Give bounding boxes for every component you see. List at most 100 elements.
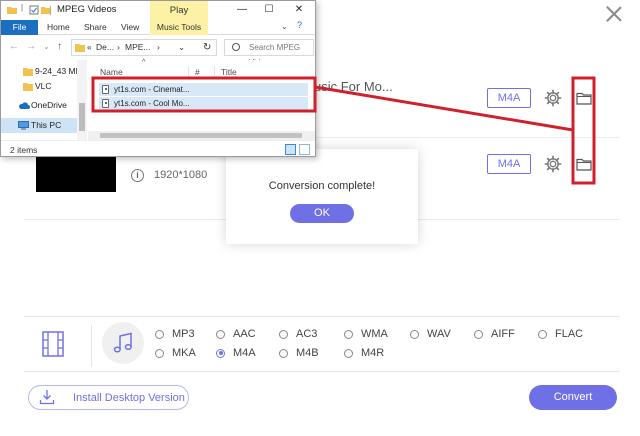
resolution-text: 1920*1080 [154,169,208,181]
radio-button[interactable] [410,329,419,339]
chevron-down-icon[interactable]: ⌄ [281,22,288,31]
radio-button[interactable] [216,329,225,339]
folder-icon [23,83,33,91]
radio-button[interactable] [155,329,164,339]
breadcrumb-separator: › [117,42,120,52]
radio-button[interactable] [474,329,483,339]
output-format-badge[interactable]: M4A [487,154,531,174]
video-format-icon[interactable] [42,331,64,357]
folder-icon[interactable] [576,91,592,105]
column-header-title[interactable]: Title [221,67,237,77]
ribbon-tabs: File Home Share View Music Tools ⌄ ? [1,20,315,35]
format-option-mka[interactable]: MKA [155,347,196,359]
computer-icon [18,121,29,130]
radio-button[interactable] [279,348,288,358]
download-icon [39,390,55,405]
install-label: Install Desktop Version [73,392,185,404]
address-bar-row: ← → ⌄ ↑ « De... › MPE... › ⌄ ↻ Search MP… [1,36,315,67]
refresh-icon[interactable]: ↻ [203,40,211,55]
radio-button[interactable] [344,348,353,358]
navigation-pane: 9-24_43 MP VLC OneDrive This PC [1,60,88,140]
minimize-icon[interactable]: — [236,4,248,16]
tab-home[interactable]: Home [47,20,70,35]
file-row-title: usic For Mo... [314,79,393,94]
list-item[interactable]: yt1s.com - Cinemat... [99,83,308,96]
info-icon[interactable]: i [131,169,144,182]
radio-button[interactable] [155,348,164,358]
convert-button[interactable]: Convert [529,385,617,410]
details-view-icon[interactable] [285,144,296,155]
nav-item-folder[interactable]: 9-24_43 MP [1,64,88,79]
divider [50,6,51,15]
nav-item-this-pc[interactable]: This PC [1,118,77,133]
close-icon[interactable] [606,6,622,22]
format-option-flac[interactable]: FLAC [538,328,583,340]
search-icon [232,43,240,51]
music-note-icon [113,332,132,353]
up-icon[interactable]: ↑ [57,41,62,52]
horizontal-scrollbar[interactable] [88,131,315,140]
format-option-m4r[interactable]: M4R [344,347,384,359]
media-file-icon [102,85,109,94]
nav-item-onedrive[interactable]: OneDrive [1,98,88,113]
scrollbar-thumb[interactable] [100,133,302,138]
breadcrumb-prefix: « [87,42,92,52]
help-icon[interactable]: ? [297,20,302,30]
install-desktop-button[interactable]: Install Desktop Version [28,385,189,410]
chevron-down-icon[interactable]: ⌄ [178,40,185,55]
tab-music-tools[interactable]: Music Tools [150,20,208,35]
audio-format-tab[interactable] [102,322,144,364]
list-item[interactable]: yt1s.com - Cool Mo... [99,97,308,110]
divider [214,66,215,79]
format-option-aiff[interactable]: AIFF [474,328,515,340]
file-explorer-window: | MPEG Videos Play — ☐ ✕ File Home Share… [0,0,316,157]
output-format-badge[interactable]: M4A [487,88,531,108]
close-icon[interactable]: ✕ [293,4,305,16]
tab-file[interactable]: File [1,20,38,35]
tab-share[interactable]: Share [84,20,107,35]
status-bar: 2 items [1,140,315,156]
nav-item-vlc[interactable]: VLC [1,79,88,94]
format-option-aac[interactable]: AAC [216,328,256,340]
radio-button[interactable] [279,329,288,339]
large-icons-view-icon[interactable] [299,144,310,155]
radio-button[interactable] [344,329,353,339]
divider [91,325,92,367]
format-option-m4a[interactable]: M4A [216,347,256,359]
address-box[interactable]: « De... › MPE... › ⌄ ↻ [71,39,217,56]
format-option-m4b[interactable]: M4B [279,347,319,359]
scrollbar-thumb[interactable] [79,103,85,131]
properties-icon[interactable] [29,5,39,15]
breadcrumb-item[interactable]: De... [96,40,114,55]
format-option-wav[interactable]: WAV [410,328,451,340]
column-header-name[interactable]: Name [100,67,123,77]
title-bar: | MPEG Videos Play — ☐ ✕ [1,1,315,20]
item-count: 2 items [10,145,38,155]
radio-button[interactable] [538,329,547,339]
divider: | [21,3,24,12]
chevron-down-icon[interactable]: ⌄ [43,42,50,51]
scrollbar[interactable] [77,60,87,140]
gear-icon[interactable] [544,89,562,107]
folder-icon[interactable] [576,157,592,171]
breadcrumb-item[interactable]: MPE... [125,40,151,55]
media-file-icon [102,99,109,108]
column-header-number[interactable]: # [195,67,200,77]
radio-button-selected[interactable] [216,348,225,358]
format-option-mp3[interactable]: MP3 [155,328,195,340]
dialog-message: Conversion complete! [268,180,376,192]
tab-view[interactable]: View [121,20,139,35]
back-icon[interactable]: ← [9,41,19,52]
cloud-icon [19,102,30,109]
format-panel: MP3 AAC AC3 WMA WAV AIFF FLAC MKA M4A M4… [24,316,620,372]
forward-icon[interactable]: → [26,41,36,52]
maximize-icon[interactable]: ☐ [263,4,275,16]
format-option-ac3[interactable]: AC3 [279,328,317,340]
gear-icon[interactable] [544,155,562,173]
ok-button[interactable]: OK [290,204,354,223]
window-title: MPEG Videos [57,4,117,15]
breadcrumb-separator: › [157,42,160,52]
search-input[interactable]: Search MPEG Vide... [224,39,314,67]
sort-arrow-icon: ^ [142,59,146,66]
format-option-wma[interactable]: WMA [344,328,388,340]
